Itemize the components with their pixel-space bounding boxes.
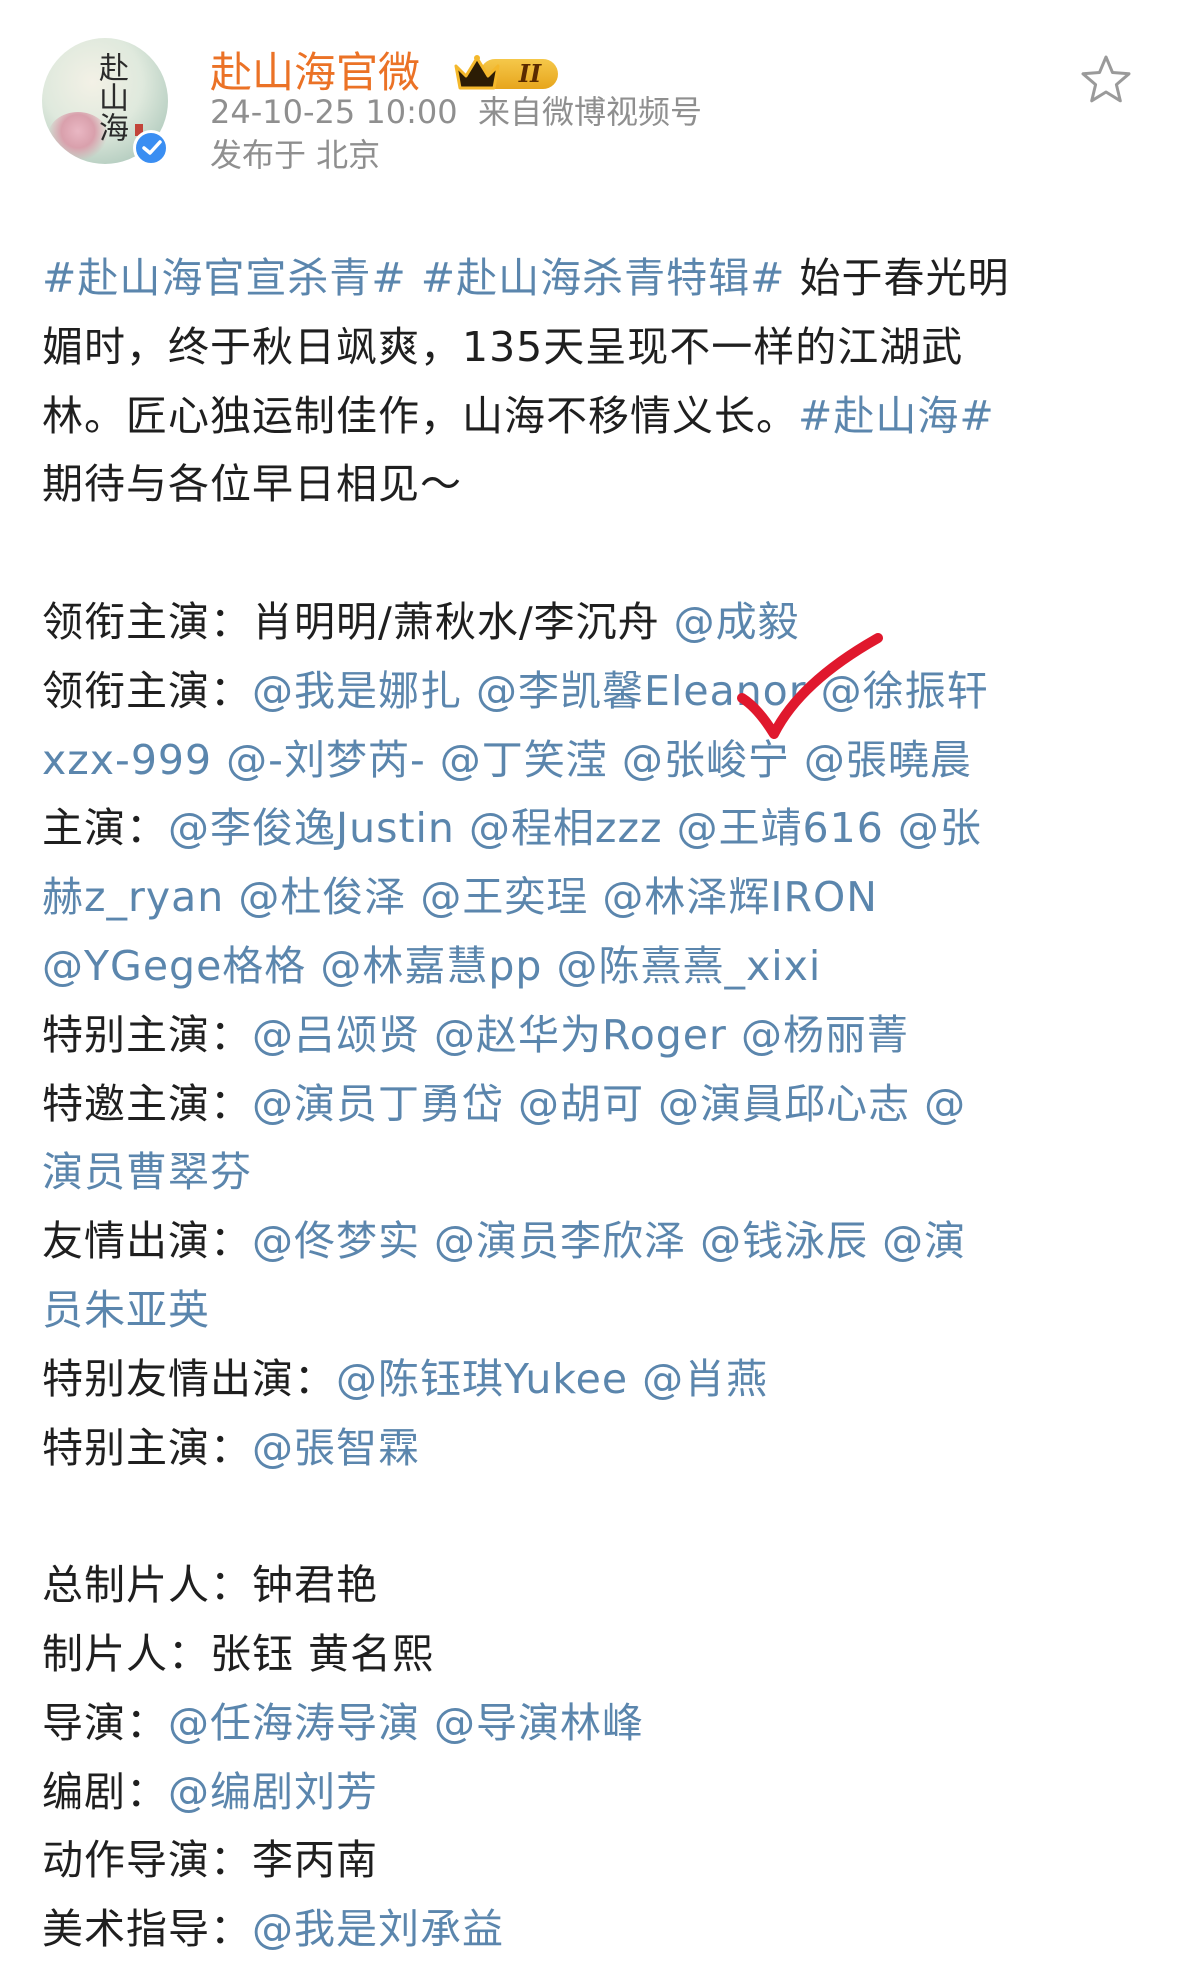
hashtag-link[interactable]: #赴山海杀青特辑# [421, 254, 786, 302]
mention-link[interactable]: @程相zzz [469, 804, 663, 852]
mention-link[interactable]: @导演林峰 [434, 1699, 644, 1747]
crown-badge-icon[interactable]: II [452, 50, 567, 96]
mention-link[interactable]: @丁笑滢 [440, 736, 608, 784]
intro-text: 林。匠心独运制佳作，山海不移情义长。 [42, 391, 798, 440]
verified-icon [133, 130, 169, 166]
mention-link[interactable]: @林泽辉IRON [602, 873, 878, 921]
mention-link[interactable]: @编剧刘芳 [168, 1768, 378, 1816]
mention-link[interactable]: @肖燕 [642, 1355, 768, 1403]
role-label: 特邀主演： [42, 1079, 252, 1128]
mention-link[interactable]: @林嘉慧pp [320, 942, 542, 990]
mention-link[interactable]: @李俊逸Justin [168, 804, 455, 852]
mention-link[interactable]: @我是娜扎 [252, 667, 462, 715]
intro-text: 期待与各位早日相见～ [42, 460, 462, 509]
role-label: 主演： [42, 804, 168, 853]
hashtag-link[interactable]: #赴山海# [798, 392, 995, 440]
mention-link[interactable]: @赵华为Roger [434, 1011, 727, 1059]
role-label: 导演： [42, 1698, 168, 1747]
intro-text: 媚时，终于秋日飒爽，135天呈现不一样的江湖武 [42, 322, 964, 371]
role-label: 动作导演： [42, 1836, 252, 1885]
mention-link[interactable]: @张峻宁 [622, 736, 790, 784]
mention-link[interactable]: @杨丽菁 [741, 1011, 909, 1059]
badge-level: II [518, 59, 542, 88]
mention-link[interactable]: @張曉晨 [804, 736, 972, 784]
mention-link[interactable]: @演員邱心志 [658, 1080, 910, 1128]
mention-link[interactable]: @佟梦实 [252, 1217, 420, 1265]
role-label: 总制片人： [42, 1561, 252, 1610]
role-label: 特别主演： [42, 1010, 252, 1059]
role-label: 特别友情出演： [42, 1354, 336, 1403]
mention-link[interactable]: @钱泳辰 [700, 1217, 868, 1265]
mention-link[interactable]: @杜俊泽 [238, 873, 406, 921]
mention-link[interactable]: 员朱亚英 [42, 1286, 210, 1334]
mention-link[interactable]: @-刘梦芮- [226, 736, 426, 784]
post-meta: 24-10-25 10:00 来自微博视频号 [210, 92, 702, 132]
mention-link[interactable]: @我是刘承益 [252, 1905, 504, 1953]
mention-link[interactable]: 赫z_ryan [42, 873, 224, 921]
mention-link[interactable]: @胡可 [518, 1080, 644, 1128]
mention-link[interactable]: @陈钰琪Yukee [336, 1355, 628, 1403]
mention-link[interactable]: @李凯馨Eleanor [476, 667, 807, 715]
mention-link[interactable]: @演员李欣泽 [434, 1217, 686, 1265]
mention-link[interactable]: 演员曹翠芬 [42, 1148, 252, 1196]
cast-list: 领衔主演：肖明明/萧秋水/李沉舟 @成毅 领衔主演：@我是娜扎 @李凯馨Elea… [42, 588, 1142, 1482]
mention-link[interactable]: @成毅 [674, 598, 800, 646]
crew-name: 钟君艳 [252, 1561, 378, 1610]
mention-link[interactable]: @王靖616 [677, 804, 884, 852]
role-label: 制片人： [42, 1629, 210, 1678]
post-location: 发布于 北京 [210, 136, 381, 174]
avatar-calligraphy: 赴山海 [93, 52, 128, 142]
mention-link[interactable]: xzx-999 [42, 736, 212, 784]
mention-link[interactable]: @演员丁勇岱 [252, 1080, 504, 1128]
role-label: 美术指导： [42, 1905, 252, 1954]
mention-link[interactable]: @张 [898, 804, 982, 852]
mention-link[interactable]: @陈熹熹_xixi [556, 942, 821, 990]
mention-link[interactable]: @演 [882, 1217, 966, 1265]
mention-link[interactable]: @徐振轩 [821, 667, 989, 715]
mention-link[interactable]: @王奕珵 [420, 873, 588, 921]
mention-link[interactable]: @YGege格格 [42, 942, 306, 990]
role-label: 编剧： [42, 1767, 168, 1816]
role-text: 肖明明/萧秋水/李沉舟 [252, 597, 674, 646]
intro-text: 始于春光明 [785, 254, 1010, 302]
crew-list: 总制片人：钟君艳 制片人：张钰 黄名熙 导演：@任海涛导演 @导演林峰 编剧：@… [42, 1551, 1142, 1964]
crew-name: 张钰 黄名熙 [210, 1629, 435, 1678]
role-label: 领衔主演： [42, 666, 252, 715]
mention-link[interactable]: @ [924, 1080, 966, 1128]
intro-paragraph: #赴山海官宣杀青# #赴山海杀青特辑# 始于春光明 媚时，终于秋日飒爽，135天… [42, 244, 1142, 519]
crew-name: 李丙南 [252, 1836, 378, 1885]
role-label: 特别主演： [42, 1423, 252, 1472]
star-icon[interactable] [1078, 52, 1134, 108]
role-label: 友情出演： [42, 1217, 252, 1266]
post-timestamp: 24-10-25 10:00 [210, 93, 458, 131]
role-label: 领衔主演： [42, 597, 252, 646]
mention-link[interactable]: @吕颂贤 [252, 1011, 420, 1059]
hashtag-link[interactable]: #赴山海官宣杀青# [42, 254, 407, 302]
post-header: 赴山海 赴山海官微 II 24-10-25 10:00 来自微博视频号 发布于 … [0, 0, 1177, 230]
mention-link[interactable]: @張智霖 [252, 1424, 420, 1472]
post-body: #赴山海官宣杀青# #赴山海杀青特辑# 始于春光明 媚时，终于秋日飒爽，135天… [42, 244, 1142, 1964]
post-source[interactable]: 来自微博视频号 [478, 93, 702, 131]
mention-link[interactable]: @任海涛导演 [168, 1699, 420, 1747]
